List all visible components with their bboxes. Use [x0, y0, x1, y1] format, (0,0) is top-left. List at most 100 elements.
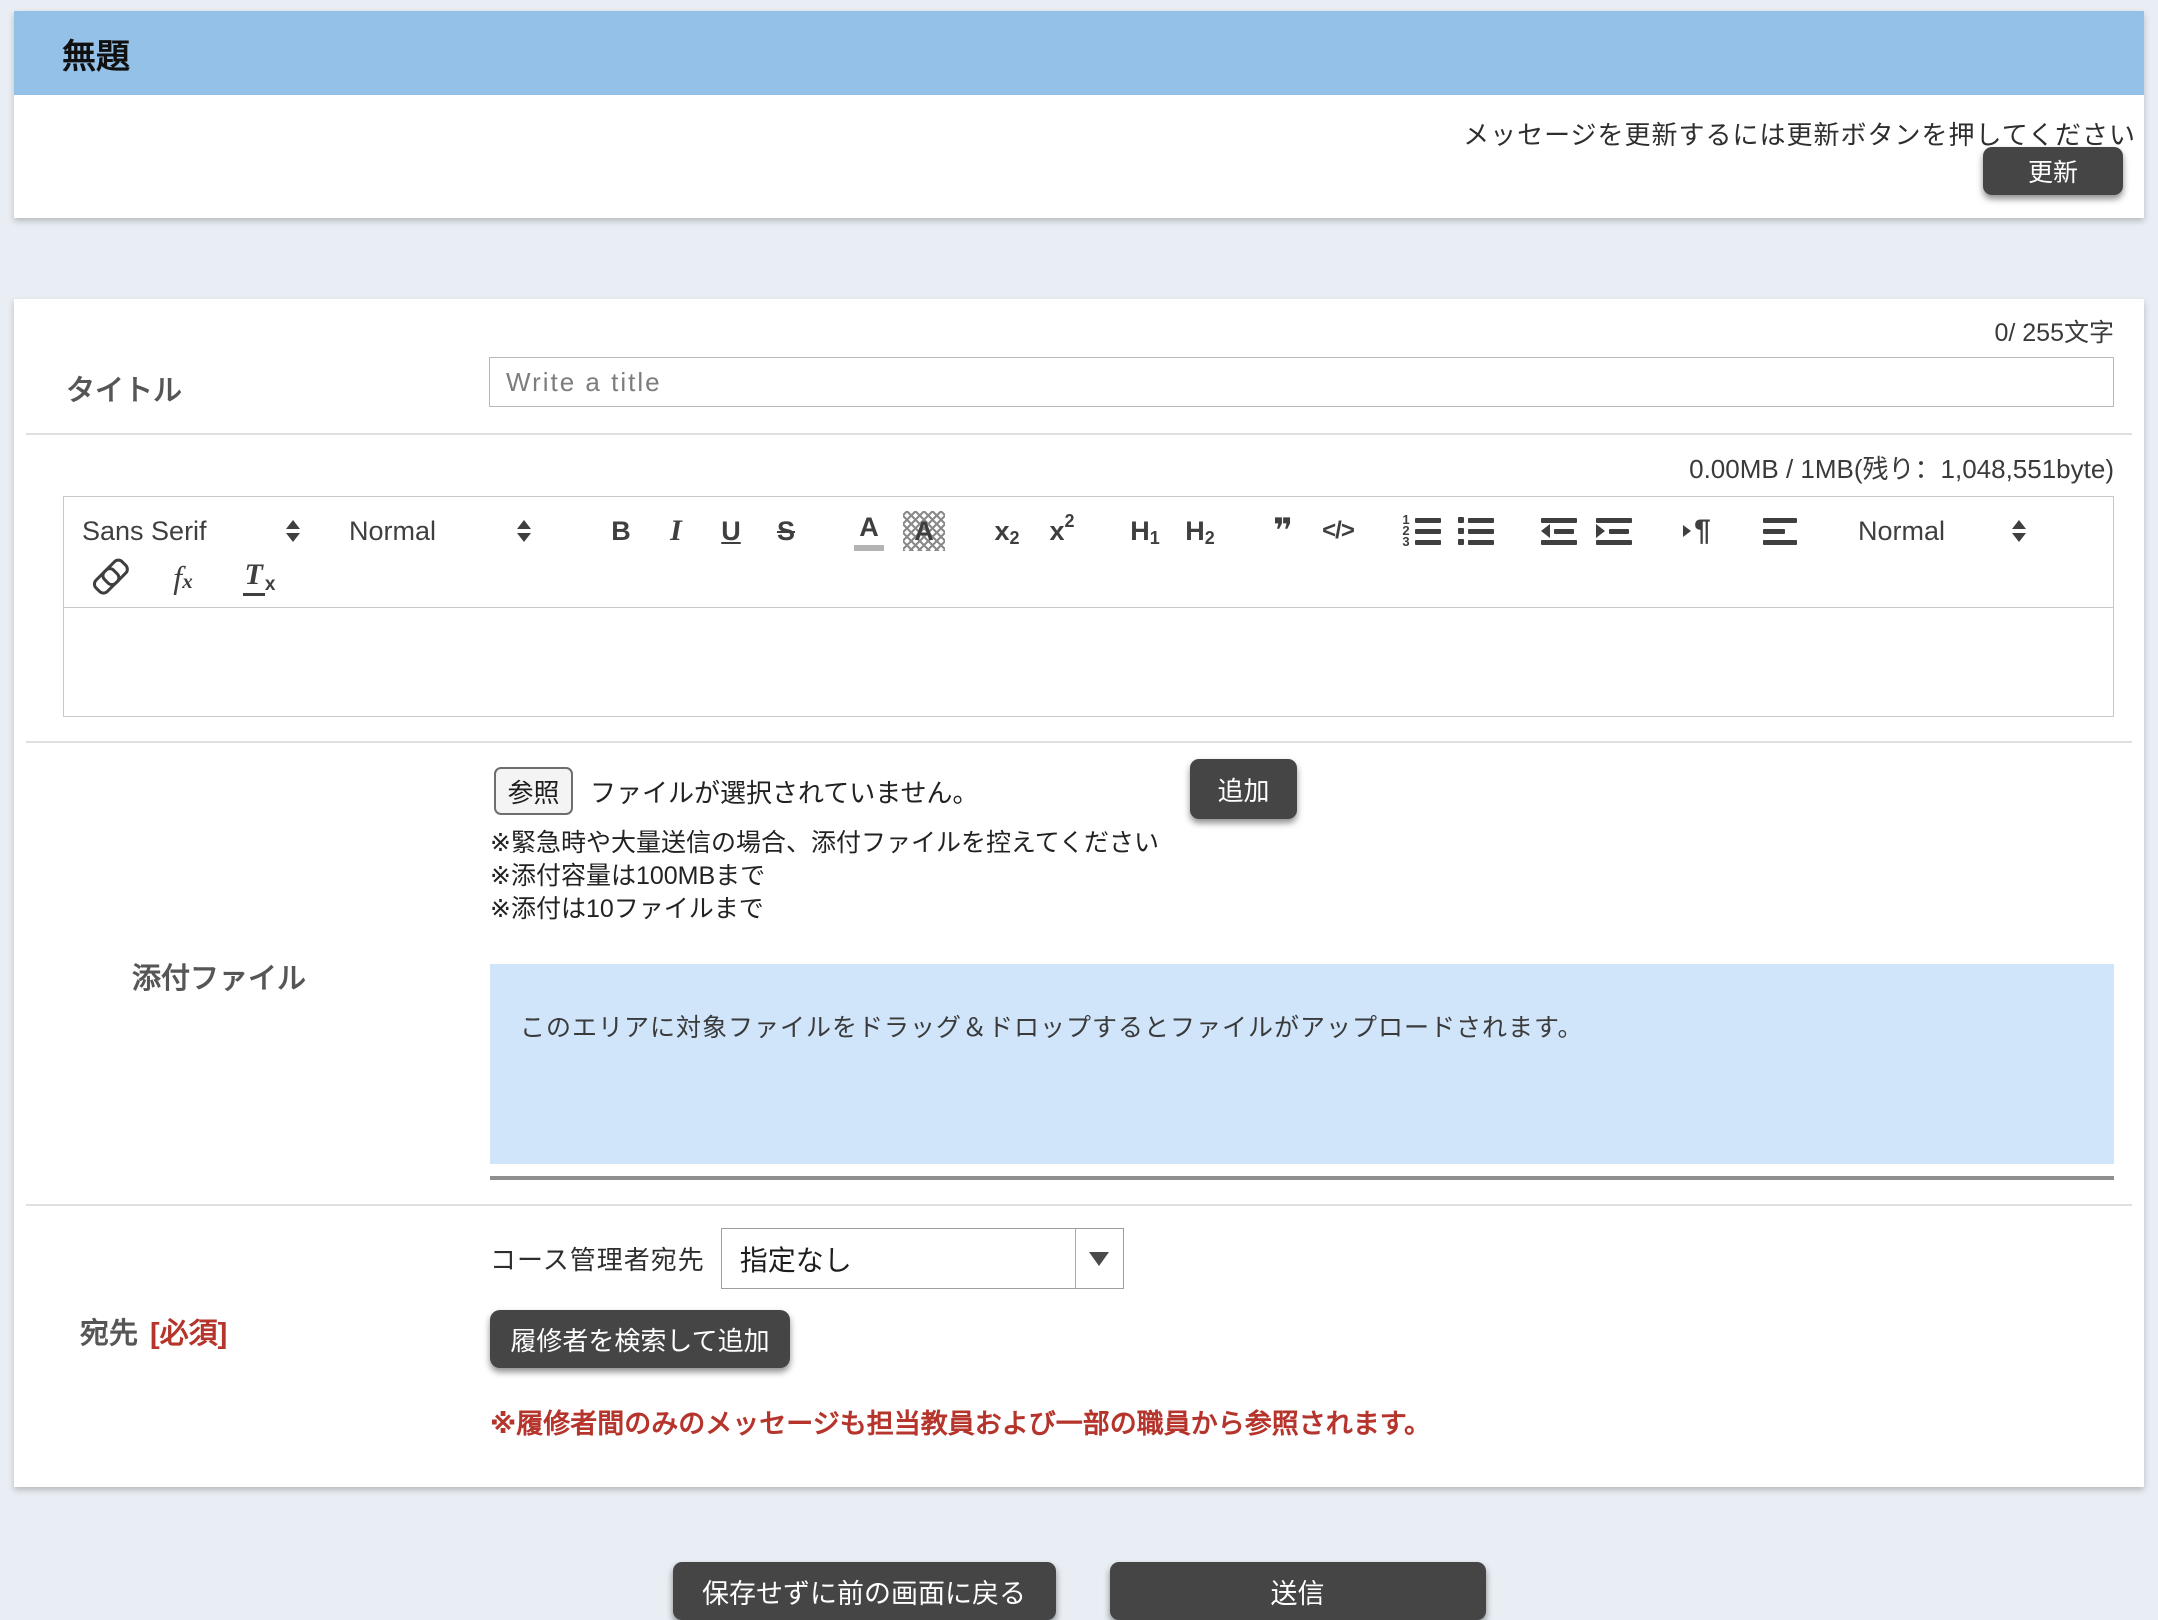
clean-x: x — [265, 574, 276, 596]
message-header-card: 無題 メッセージを更新するには更新ボタンを押してください 更新 — [14, 11, 2144, 218]
ordered-list-icon[interactable]: 1 2 3 — [1400, 511, 1442, 551]
recipients-section: 宛先 [必須] コース管理者宛先 指定なし 履修者を検索して追加 ※履修者間のみ… — [14, 1206, 2144, 1485]
footer-actions: 保存せずに前の画面に戻る 送信 — [0, 1562, 2158, 1620]
size-picker-label: Normal — [1858, 516, 1945, 547]
clean-format-icon[interactable]: Tx — [238, 557, 280, 597]
file-dropzone[interactable]: このエリアに対象ファイルをドラッグ＆ドロップするとファイルがアップロードされます… — [490, 964, 2114, 1164]
strikethrough-icon[interactable]: S — [765, 511, 807, 551]
title-label: タイトル — [14, 357, 489, 409]
list-bar — [1415, 540, 1441, 545]
list-dot — [1458, 539, 1464, 545]
browse-button[interactable]: 参照 — [494, 767, 573, 815]
course-admin-select[interactable]: 指定なし — [721, 1228, 1124, 1289]
bold-icon[interactable]: B — [600, 511, 642, 551]
editor-toolbar: Sans Serif Normal B I U S A A x2 — [64, 497, 2113, 608]
toolbar-row-2: fx Tx — [82, 555, 2095, 599]
indent-icon[interactable] — [1593, 511, 1635, 551]
updown-arrows-icon — [286, 520, 300, 542]
section-divider — [26, 741, 2132, 743]
list-bar — [1415, 529, 1441, 534]
list-dot — [1458, 517, 1464, 523]
block-format-picker[interactable]: Normal — [349, 511, 531, 551]
formula-f: f — [173, 559, 182, 596]
attachments-label: 添付ファイル — [80, 955, 555, 997]
update-button[interactable]: 更新 — [1983, 147, 2123, 195]
formula-x: x — [182, 569, 193, 594]
chain-glyph — [83, 553, 131, 601]
indent-bar — [1554, 529, 1574, 534]
list-bar — [1415, 518, 1441, 523]
update-panel: メッセージを更新するには更新ボタンを押してください 更新 — [14, 95, 2144, 218]
attachments-section: 添付ファイル 参照 ファイルが選択されていません。 追加 ※緊急時や大量送信の場… — [14, 759, 2144, 1180]
indent-bar — [1609, 529, 1629, 534]
course-admin-select-value: 指定なし — [722, 1229, 1075, 1288]
formula-icon[interactable]: fx — [162, 557, 204, 597]
header-2-icon[interactable]: H2 — [1179, 511, 1221, 551]
link-icon[interactable] — [86, 557, 128, 597]
font-picker[interactable]: Sans Serif — [82, 511, 300, 551]
list-bar — [1468, 540, 1494, 545]
block-picker-label: Normal — [349, 516, 436, 547]
title-input[interactable] — [489, 357, 2114, 407]
add-attachment-button[interactable]: 追加 — [1190, 759, 1297, 819]
underline-icon[interactable]: U — [710, 511, 752, 551]
align-icon[interactable] — [1759, 511, 1801, 551]
right-triangle — [1596, 524, 1605, 538]
code-block-icon[interactable]: </> — [1317, 511, 1359, 551]
list-dot — [1458, 528, 1464, 534]
dropzone-text: このエリアに対象ファイルをドラッグ＆ドロップするとファイルがアップロードされます… — [520, 1014, 1584, 1042]
direction-triangle — [1683, 525, 1691, 537]
indent-glyph — [1596, 517, 1632, 545]
header-1-icon[interactable]: H1 — [1124, 511, 1166, 551]
list-bar — [1468, 529, 1494, 534]
italic-icon[interactable]: I — [655, 511, 697, 551]
align-bar — [1763, 540, 1797, 545]
attachment-note: ※添付は10ファイルまで — [490, 893, 2114, 926]
indent-bar — [1541, 518, 1577, 523]
chevron-down-icon — [1089, 1252, 1109, 1266]
h1-base: H — [1130, 516, 1150, 547]
course-admin-label: コース管理者宛先 — [490, 1240, 705, 1277]
title-char-counter: 0/ 255文字 — [14, 313, 2144, 349]
rich-text-editor: Sans Serif Normal B I U S A A x2 — [63, 496, 2114, 717]
subscript-icon[interactable]: x2 — [986, 511, 1028, 551]
font-picker-label: Sans Serif — [82, 516, 207, 547]
superscript-base: x — [1049, 516, 1064, 547]
editor-content-area[interactable] — [64, 608, 2113, 716]
blockquote-icon[interactable]: ❞ — [1262, 511, 1304, 551]
align-bar — [1763, 529, 1785, 534]
message-form-card: 0/ 255文字 タイトル 0.00MB / 1MB(残り：1,048,551b… — [14, 299, 2144, 1487]
list-bar — [1468, 518, 1494, 523]
back-without-save-button[interactable]: 保存せずに前の画面に戻る — [673, 1562, 1056, 1620]
size-picker[interactable]: Normal — [1858, 511, 2026, 551]
recipients-content: コース管理者宛先 指定なし 履修者を検索して追加 ※履修者間のみのメッセージも担… — [490, 1206, 2144, 1441]
text-color-icon[interactable]: A — [848, 511, 890, 551]
outdent-glyph — [1541, 517, 1577, 545]
align-glyph — [1763, 517, 1797, 545]
message-header-bar: 無題 — [14, 11, 2144, 95]
pilcrow-glyph: ¶ — [1694, 514, 1711, 548]
section-divider — [26, 433, 2132, 435]
select-arrow-button[interactable] — [1075, 1229, 1123, 1288]
background-color-icon[interactable]: A — [903, 511, 945, 551]
search-students-button[interactable]: 履修者を検索して追加 — [490, 1310, 790, 1368]
recipients-label-row: 宛先 [必須] — [80, 1310, 227, 1352]
attachment-notes: ※緊急時や大量送信の場合、添付ファイルを控えてください ※添付容量は100MBま… — [490, 827, 2114, 926]
no-file-text: ファイルが選択されていません。 — [590, 773, 978, 810]
text-direction-icon[interactable]: ¶ — [1676, 511, 1718, 551]
h2-digit: 2 — [1205, 528, 1215, 549]
attachment-note: ※添付容量は100MBまで — [490, 860, 2114, 893]
outdent-icon[interactable] — [1538, 511, 1580, 551]
send-button[interactable]: 送信 — [1110, 1562, 1486, 1620]
clean-t: T — [243, 558, 265, 596]
course-admin-row: コース管理者宛先 指定なし — [490, 1228, 2144, 1289]
bullet-list-icon[interactable] — [1455, 511, 1497, 551]
subscript-base: x — [994, 516, 1009, 547]
superscript-icon[interactable]: x2 — [1041, 511, 1083, 551]
updown-arrows-icon — [2012, 520, 2026, 542]
align-bar — [1763, 518, 1797, 523]
attachment-note: ※緊急時や大量送信の場合、添付ファイルを控えてください — [490, 827, 2114, 860]
superscript-digit: 2 — [1065, 511, 1075, 532]
h1-digit: 1 — [1150, 528, 1160, 549]
editor-size-info: 0.00MB / 1MB(残り：1,048,551byte) — [14, 449, 2144, 486]
